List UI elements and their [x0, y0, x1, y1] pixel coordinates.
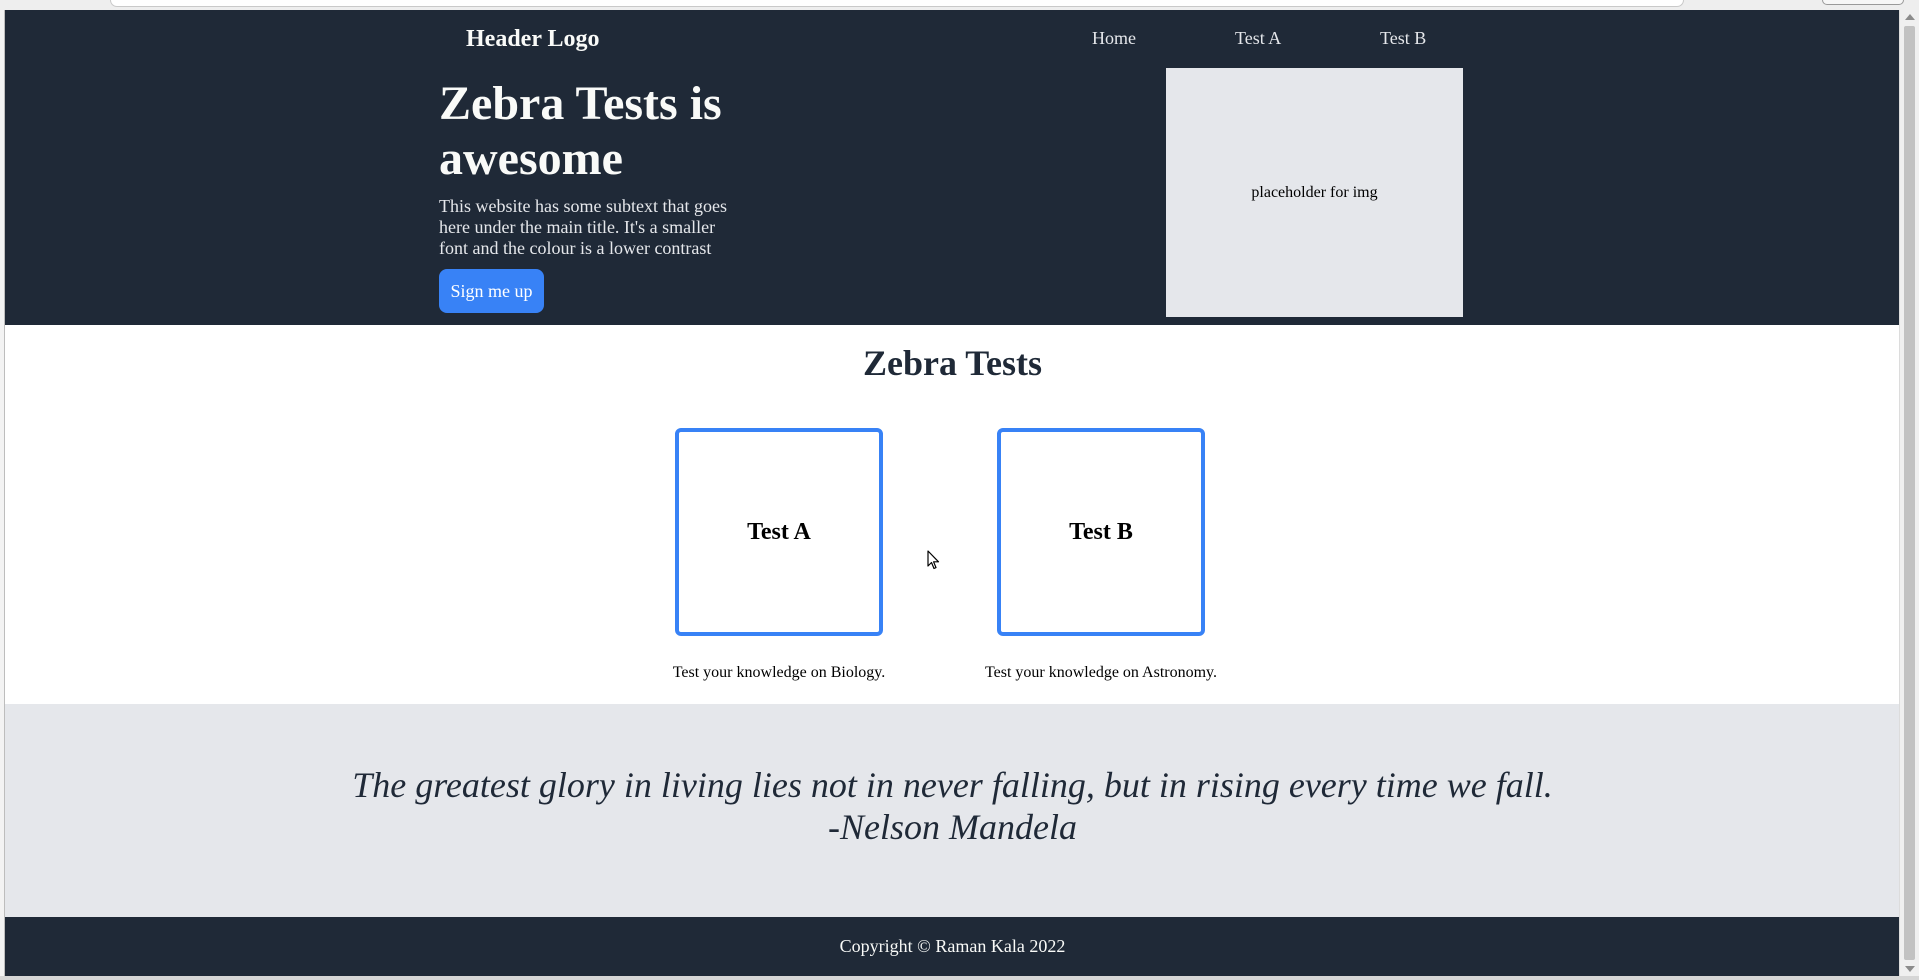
- tests-section-title: Zebra Tests: [862, 343, 1043, 383]
- test-a-card[interactable]: Test A: [675, 428, 883, 636]
- scroll-down-arrow-icon[interactable]: [1905, 966, 1915, 972]
- quote-text: The greatest glory in living lies not in…: [352, 765, 1553, 805]
- mouse-pointer-icon: [927, 550, 940, 570]
- nav-link-test-b[interactable]: Test B: [1380, 28, 1426, 49]
- sign-up-button[interactable]: Sign me up: [439, 269, 544, 313]
- test-b-caption: Test your knowledge on Astronomy.: [984, 664, 1218, 681]
- quote-author: -Nelson Mandela: [828, 807, 1077, 847]
- page-viewport: Header Logo Home Test A Test B Zebra Tes…: [4, 10, 1900, 976]
- footer-copyright: Copyright © Raman Kala 2022: [839, 936, 1066, 956]
- image-placeholder-text: placeholder for img: [1251, 183, 1378, 201]
- test-b-card[interactable]: Test B: [997, 428, 1205, 636]
- hero-image-placeholder: placeholder for img: [1166, 68, 1463, 317]
- test-b-card-label: Test B: [1069, 518, 1133, 545]
- window-bottom-edge: [0, 976, 1919, 980]
- scroll-up-arrow-icon[interactable]: [1905, 14, 1915, 20]
- test-a-caption: Test your knowledge on Biology.: [672, 664, 886, 681]
- quote-section: The greatest glory in living lies not in…: [5, 704, 1900, 917]
- nav-link-home[interactable]: Home: [1092, 28, 1136, 49]
- browser-top-bar: [0, 0, 1919, 10]
- footer: Copyright © Raman Kala 2022: [5, 917, 1900, 976]
- vertical-scrollbar[interactable]: [1899, 10, 1919, 976]
- hero-subtext: This website has some subtext that goes …: [439, 196, 727, 258]
- scrollbar-thumb[interactable]: [1904, 26, 1915, 960]
- nav-link-test-a[interactable]: Test A: [1235, 28, 1281, 49]
- browser-corner-button[interactable]: [1822, 0, 1904, 5]
- hero-header: Header Logo Home Test A Test B Zebra Tes…: [5, 10, 1900, 325]
- test-a-card-label: Test A: [747, 518, 811, 545]
- header-logo[interactable]: Header Logo: [466, 26, 600, 53]
- address-bar[interactable]: [110, 0, 1684, 7]
- hero-title: Zebra Tests is awesome: [439, 77, 722, 185]
